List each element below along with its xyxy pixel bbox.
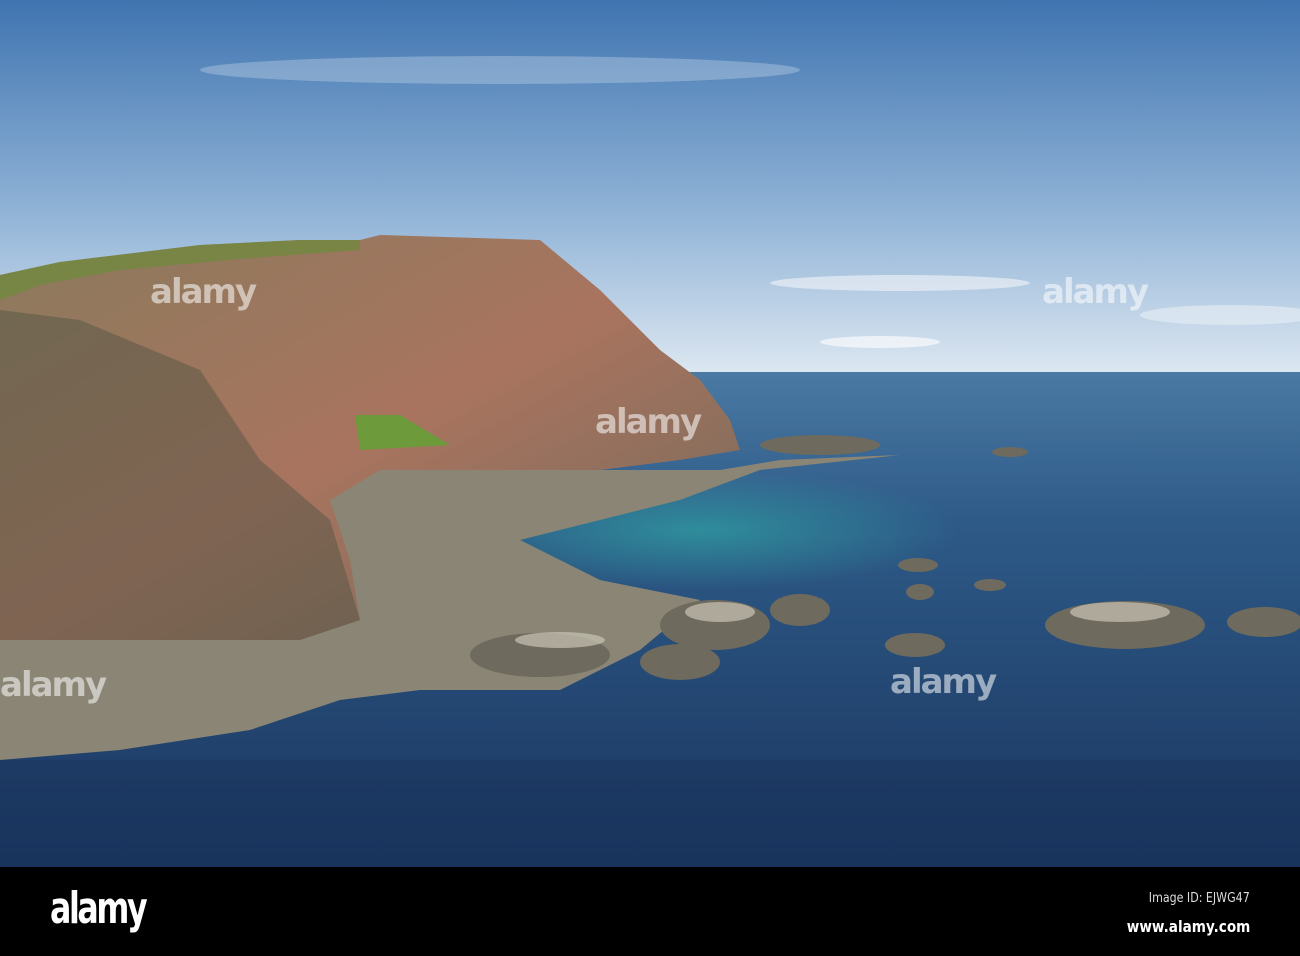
footer-bar: alamy Image ID: EJWG47 www.alamy.com <box>0 867 1300 956</box>
site-url: www.alamy.com <box>1126 917 1250 936</box>
alamy-logo: alamy <box>50 883 148 934</box>
stock-photo-frame: alamy alamy alamy alamy alamy alamy Imag… <box>0 0 1300 956</box>
watermark: alamy <box>1042 272 1149 312</box>
watermark: alamy <box>890 662 997 702</box>
watermark: alamy <box>595 402 702 442</box>
watermark: alamy <box>150 272 257 312</box>
cloud <box>200 56 800 84</box>
watermark: alamy <box>0 665 107 705</box>
cloud <box>770 275 1030 291</box>
dark-foreground-water <box>0 760 1300 867</box>
cloud <box>820 336 940 348</box>
image-id: Image ID: EJWG47 <box>1149 891 1250 906</box>
